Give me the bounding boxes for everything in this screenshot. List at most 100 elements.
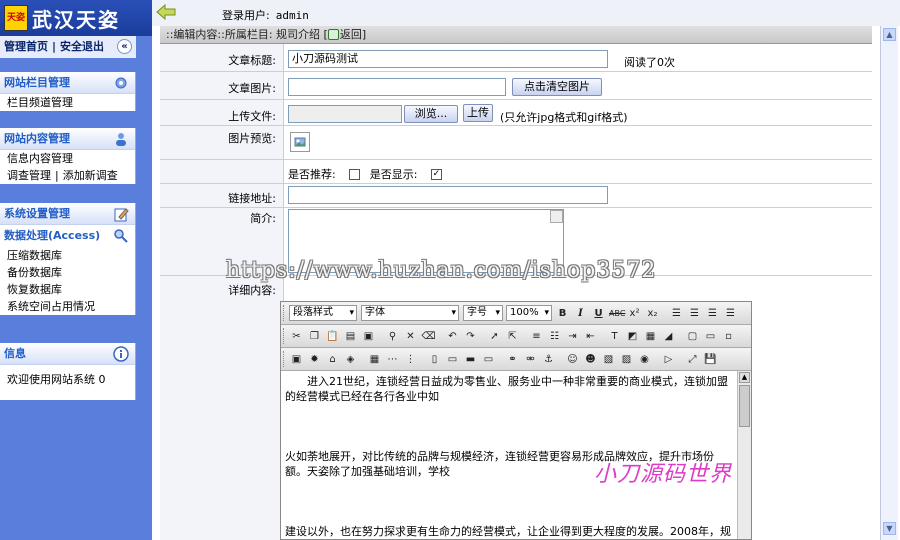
insert-col-icon[interactable]: ⋮ xyxy=(403,352,418,367)
sidebar-item-info[interactable]: 信息内容管理 xyxy=(0,150,135,167)
scroll-up-icon[interactable]: ▲ xyxy=(883,28,896,41)
scroll-thumb[interactable] xyxy=(739,385,750,427)
title-input[interactable]: 小刀源码测试 xyxy=(288,50,608,68)
undo-icon[interactable]: ↶ xyxy=(445,329,460,344)
template-icon[interactable]: ▭ xyxy=(445,352,460,367)
italic-icon[interactable]: I xyxy=(573,306,588,321)
emoji-icon[interactable]: ☺ xyxy=(565,352,580,367)
bg-color-icon[interactable]: ◩ xyxy=(625,329,640,344)
value-cell xyxy=(284,126,872,159)
frame-icon[interactable]: ▢ xyxy=(685,329,700,344)
menu-head-data[interactable]: 数据处理(Access) xyxy=(0,225,135,247)
format-icon[interactable]: ◢ xyxy=(661,329,676,344)
summary-scroll-button[interactable] xyxy=(550,210,563,223)
unordered-list-icon[interactable]: ☷ xyxy=(547,329,562,344)
anchor-icon[interactable]: ⚓ xyxy=(541,352,556,367)
remove-icon[interactable]: ✕ xyxy=(403,329,418,344)
hr-icon[interactable]: ▬ xyxy=(463,352,478,367)
smile-icon[interactable]: ☻ xyxy=(583,352,598,367)
indent-icon[interactable]: ⇥ xyxy=(565,329,580,344)
sidebar-item-backup[interactable]: 备份数据库 xyxy=(0,264,135,281)
align-justify-icon[interactable]: ☰ xyxy=(723,306,738,321)
page-scrollbar[interactable]: ▲ ▼ xyxy=(880,26,898,540)
gallery-icon[interactable]: ▧ xyxy=(601,352,616,367)
logo-mark: 天姿 xyxy=(4,5,28,31)
select-icon[interactable]: ➚ xyxy=(487,329,502,344)
insert-image-icon[interactable]: ▣ xyxy=(289,352,304,367)
menu-head-system[interactable]: 系统设置管理 xyxy=(0,203,135,225)
insert-table-icon[interactable]: ▦ xyxy=(367,352,382,367)
add-survey-link[interactable]: 添加新调查 xyxy=(63,169,118,182)
paragraph-style-select[interactable]: 段落样式 xyxy=(289,305,357,321)
logout-link[interactable]: 安全退出 xyxy=(60,40,104,53)
sidebar-item-compact[interactable]: 压缩数据库 xyxy=(0,247,135,264)
box-icon[interactable]: ▫ xyxy=(721,329,736,344)
outdent-icon[interactable]: ⇤ xyxy=(583,329,598,344)
font-size-select[interactable]: 字号 xyxy=(463,305,503,321)
pointer-icon[interactable]: ⇱ xyxy=(505,329,520,344)
save-icon[interactable]: 💾 xyxy=(703,352,718,367)
find-icon[interactable]: ⚲ xyxy=(385,329,400,344)
text-color-icon[interactable]: T xyxy=(607,329,622,344)
detail-label: 详细内容: xyxy=(228,284,276,297)
align-left-icon[interactable]: ☰ xyxy=(669,306,684,321)
redo-icon[interactable]: ↷ xyxy=(463,329,478,344)
textbox-icon[interactable]: ▭ xyxy=(481,352,496,367)
browse-button[interactable]: 浏览... xyxy=(404,105,458,123)
align-right-icon[interactable]: ☰ xyxy=(705,306,720,321)
menu-head-content[interactable]: 网站内容管理 xyxy=(0,128,135,150)
editor-scrollbar[interactable]: ▲ xyxy=(737,371,751,539)
home-link[interactable]: 管理首页 xyxy=(4,40,48,53)
special-chars-icon[interactable]: ▦ xyxy=(643,329,658,344)
menu-head-column[interactable]: 网站栏目管理 xyxy=(0,72,135,94)
picture-icon[interactable]: ▨ xyxy=(619,352,634,367)
paste-word-icon[interactable]: ▣ xyxy=(361,329,376,344)
sidebar-item-channel[interactable]: 栏目频道管理 xyxy=(0,94,135,111)
insert-flash-icon[interactable]: ✹ xyxy=(307,352,322,367)
back-arrow-icon[interactable] xyxy=(156,4,176,20)
bold-icon[interactable]: B xyxy=(555,306,570,321)
unlink-icon[interactable]: ⚮ xyxy=(523,352,538,367)
strikethrough-icon[interactable]: ABC xyxy=(609,306,625,321)
font-select[interactable]: 字体 xyxy=(361,305,459,321)
align-center-icon[interactable]: ☰ xyxy=(687,306,702,321)
sidebar-item-restore[interactable]: 恢复数据库 xyxy=(0,281,135,298)
copy-icon[interactable]: ❐ xyxy=(307,329,322,344)
editor-document[interactable]: 进入21世纪，连锁经营日益成为零售业、服务业中一种非常重要的商业模式，连锁加盟的… xyxy=(281,371,737,539)
superscript-icon[interactable]: x² xyxy=(627,306,642,321)
link-input[interactable] xyxy=(288,186,608,204)
upload-button[interactable]: 上传 xyxy=(463,104,493,122)
clear-image-button[interactable]: 点击清空图片 xyxy=(512,78,602,96)
insert-file-icon[interactable]: ◈ xyxy=(343,352,358,367)
zoom-select[interactable]: 100% xyxy=(506,305,552,321)
menu-title: 网站内容管理 xyxy=(4,132,70,145)
cut-icon[interactable]: ✂ xyxy=(289,329,304,344)
recommend-checkbox[interactable] xyxy=(349,168,361,180)
layer-icon[interactable]: ▭ xyxy=(703,329,718,344)
paste-icon[interactable]: 📋 xyxy=(325,329,340,344)
survey-link[interactable]: 调查管理 xyxy=(7,169,51,182)
return-link[interactable]: 返回 xyxy=(340,28,362,41)
collapse-icon[interactable]: « xyxy=(117,39,132,54)
fullscreen-icon[interactable]: ⤢ xyxy=(685,352,700,367)
show-checkbox[interactable]: ✓ xyxy=(430,168,442,180)
insert-row-icon[interactable]: ⋯ xyxy=(385,352,400,367)
insert-media-icon[interactable]: ⌂ xyxy=(325,352,340,367)
paste-text-icon[interactable]: ▤ xyxy=(343,329,358,344)
subscript-icon[interactable]: x₂ xyxy=(645,306,660,321)
menu-head-info[interactable]: 信息 xyxy=(0,343,135,365)
upload-file-input[interactable] xyxy=(288,105,402,123)
underline-icon[interactable]: U xyxy=(591,306,606,321)
link-icon[interactable]: ⚭ xyxy=(505,352,520,367)
document-icon[interactable]: ▯ xyxy=(427,352,442,367)
preview-icon[interactable]: ▷ xyxy=(661,352,676,367)
return-icon[interactable] xyxy=(327,28,339,40)
sidebar-item-space[interactable]: 系统空间占用情况 xyxy=(0,298,135,315)
menu-title: 系统设置管理 xyxy=(4,207,70,220)
image-input[interactable] xyxy=(288,78,506,96)
eraser-icon[interactable]: ⌫ xyxy=(421,329,436,344)
scroll-up-icon[interactable]: ▲ xyxy=(739,372,750,383)
ordered-list-icon[interactable]: ≡ xyxy=(529,329,544,344)
scroll-down-icon[interactable]: ▼ xyxy=(883,522,896,535)
stamp-icon[interactable]: ◉ xyxy=(637,352,652,367)
